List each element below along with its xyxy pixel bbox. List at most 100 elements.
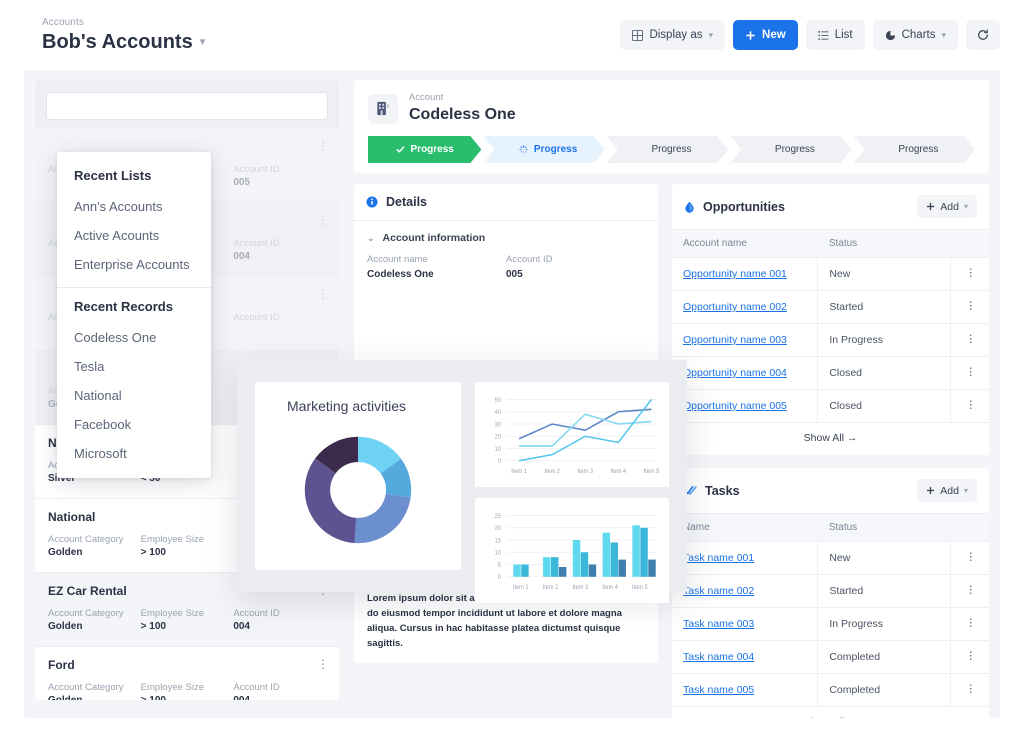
table-row[interactable]: Opportunity name 004 Closed ⋮ — [672, 356, 989, 390]
opportunity-drop-icon — [684, 201, 695, 213]
dropdown-item-tesla[interactable]: Tesla — [57, 352, 211, 381]
display-as-button[interactable]: Display as ▾ — [620, 20, 726, 50]
plus-icon — [926, 486, 935, 495]
row-menu-icon[interactable]: ⋮ — [950, 541, 989, 575]
dropdown-item-anns-accounts[interactable]: Ann's Accounts — [57, 192, 211, 221]
opportunity-link[interactable]: Opportunity name 001 — [683, 268, 787, 280]
field-account-id: Account ID 005 — [506, 253, 645, 282]
dropdown-item-active-acounts[interactable]: Active Acounts — [57, 221, 211, 250]
donut-chart — [304, 436, 412, 544]
entity-label: Account — [409, 92, 444, 103]
status-cell: Closed — [817, 356, 952, 390]
office-building-icon: s — [368, 93, 398, 124]
refresh-button[interactable] — [966, 20, 1000, 50]
opportunities-add-button[interactable]: Add ▾ — [917, 195, 977, 218]
opportunity-link[interactable]: Opportunity name 002 — [683, 301, 787, 313]
chevron-down-icon[interactable]: ▾ — [200, 29, 206, 55]
charts-button[interactable]: Charts ▾ — [872, 20, 958, 50]
check-icon — [396, 145, 405, 154]
tasks-panel: Tasks Add ▾ Name Status Task name 001 Ne… — [672, 468, 989, 718]
new-label: New — [762, 29, 786, 41]
table-row[interactable]: Opportunity name 002 Started ⋮ — [672, 290, 989, 324]
table-row[interactable]: Task name 003 In Progress ⋮ — [672, 607, 989, 641]
opportunity-link[interactable]: Opportunity name 003 — [683, 334, 787, 346]
task-link[interactable]: Task name 005 — [683, 684, 754, 696]
path-step-1[interactable]: Progress — [368, 136, 481, 163]
section-label: Account information — [382, 232, 486, 244]
path-step-3[interactable]: Progress — [607, 136, 728, 163]
marketing-activities-overlay-card: Marketing activities 50 40 30 20 10 0 It… — [237, 360, 687, 604]
row-menu-icon[interactable]: ⋮ — [950, 607, 989, 641]
opportunity-link[interactable]: Opportunity name 004 — [683, 367, 787, 379]
table-row[interactable]: Opportunity name 001 New ⋮ — [672, 257, 989, 291]
dropdown-item-codeless-one[interactable]: Codeless One — [57, 323, 211, 352]
chevron-down-icon: ▾ — [941, 29, 946, 40]
svg-text:Item 5: Item 5 — [644, 469, 660, 475]
row-menu-icon[interactable]: ⋮ — [950, 640, 989, 674]
opportunities-panel-header: Opportunities Add ▾ — [672, 184, 989, 230]
row-menu-icon[interactable]: ⋮ — [950, 290, 989, 324]
row-menu-icon[interactable]: ⋮ — [950, 574, 989, 608]
row-menu-icon[interactable]: ⋮ — [950, 673, 989, 707]
field-employee-size: Employee Size > 100 — [141, 681, 234, 700]
task-link[interactable]: Task name 004 — [683, 651, 754, 663]
breadcrumb: Accounts — [42, 16, 84, 28]
path-step-4[interactable]: Progress — [730, 136, 851, 163]
row-menu-icon[interactable]: ⋮ — [950, 323, 989, 357]
chevron-down-icon: ▾ — [963, 202, 968, 211]
tasks-table: Name Status Task name 001 New ⋮ Task nam… — [672, 514, 989, 707]
field-label: Account ID — [233, 608, 280, 619]
field-value: Golden — [48, 621, 83, 632]
field-value: Codeless One — [367, 269, 434, 280]
row-menu-icon[interactable]: ⋮ — [950, 389, 989, 423]
table-row[interactable]: Task name 005 Completed ⋮ — [672, 673, 989, 707]
field-account-id: Account ID 005 — [233, 163, 326, 190]
task-link[interactable]: Task name 001 — [683, 552, 754, 564]
top-bar: Accounts Bob's Accounts ▾ Display as ▾ N… — [0, 0, 1024, 70]
list-item[interactable]: Ford ⋮ Account Category Golden Employee … — [35, 647, 339, 700]
field-account-id: Account ID — [233, 311, 326, 338]
row-menu-icon[interactable]: ⋮ — [316, 287, 330, 301]
field-value — [233, 324, 326, 338]
path-step-2[interactable]: Progress — [483, 136, 604, 163]
field-label: Employee Size — [140, 608, 205, 619]
table-row[interactable]: Opportunity name 003 In Progress ⋮ — [672, 323, 989, 357]
account-information-section-header[interactable]: ⌄ Account information — [354, 221, 658, 253]
title-block: Accounts Bob's Accounts ▾ — [42, 16, 205, 55]
dropdown-item-microsoft[interactable]: Microsoft — [57, 439, 211, 468]
dropdown-item-national[interactable]: National — [57, 381, 211, 410]
dropdown-divider — [57, 287, 211, 288]
row-menu-icon[interactable]: ⋮ — [950, 257, 989, 291]
dropdown-item-facebook[interactable]: Facebook — [57, 410, 211, 439]
dropdown-section-recent-records: Recent Records — [74, 299, 173, 314]
list-search-input[interactable] — [46, 92, 328, 120]
column-header-status: Status — [817, 514, 951, 542]
task-link[interactable]: Task name 003 — [683, 618, 754, 630]
column-header-status: Status — [817, 230, 951, 258]
svg-text:0: 0 — [498, 459, 501, 465]
list-button[interactable]: List — [805, 20, 865, 50]
related-lists-column: Opportunities Add ▾ Account name Status … — [672, 184, 989, 718]
tasks-add-button[interactable]: Add ▾ — [917, 479, 977, 502]
mini-charts-stack: 50 40 30 20 10 0 Item 1 Item 2 Item 3 It… — [475, 382, 669, 604]
row-menu-icon[interactable]: ⋮ — [950, 356, 989, 390]
tasks-show-all[interactable]: Show All → — [672, 707, 989, 718]
task-link[interactable]: Task name 002 — [683, 585, 754, 597]
table-row[interactable]: Task name 001 New ⋮ — [672, 541, 989, 575]
path-step-5[interactable]: Progress — [854, 136, 975, 163]
page-title[interactable]: Bob's Accounts ▾ — [42, 29, 205, 55]
table-row[interactable]: Task name 004 Completed ⋮ — [672, 640, 989, 674]
new-button[interactable]: New — [733, 20, 798, 50]
svg-text:10: 10 — [495, 447, 501, 453]
dropdown-item-enterprise-accounts[interactable]: Enterprise Accounts — [57, 250, 211, 279]
opportunity-link[interactable]: Opportunity name 005 — [683, 400, 787, 412]
table-row[interactable]: Opportunity name 005 Closed ⋮ — [672, 389, 989, 423]
table-row[interactable]: Task name 002 Started ⋮ — [672, 574, 989, 608]
row-menu-icon[interactable]: ⋮ — [316, 139, 330, 153]
svg-text:Item 3: Item 3 — [572, 585, 588, 591]
field-employee-size: Employee Size > 100 — [141, 607, 234, 634]
row-menu-icon[interactable]: ⋮ — [316, 213, 330, 227]
row-menu-icon[interactable]: ⋮ — [316, 657, 330, 671]
path-step-label: Progress — [533, 144, 578, 155]
opportunities-show-all[interactable]: Show All → — [672, 423, 989, 455]
